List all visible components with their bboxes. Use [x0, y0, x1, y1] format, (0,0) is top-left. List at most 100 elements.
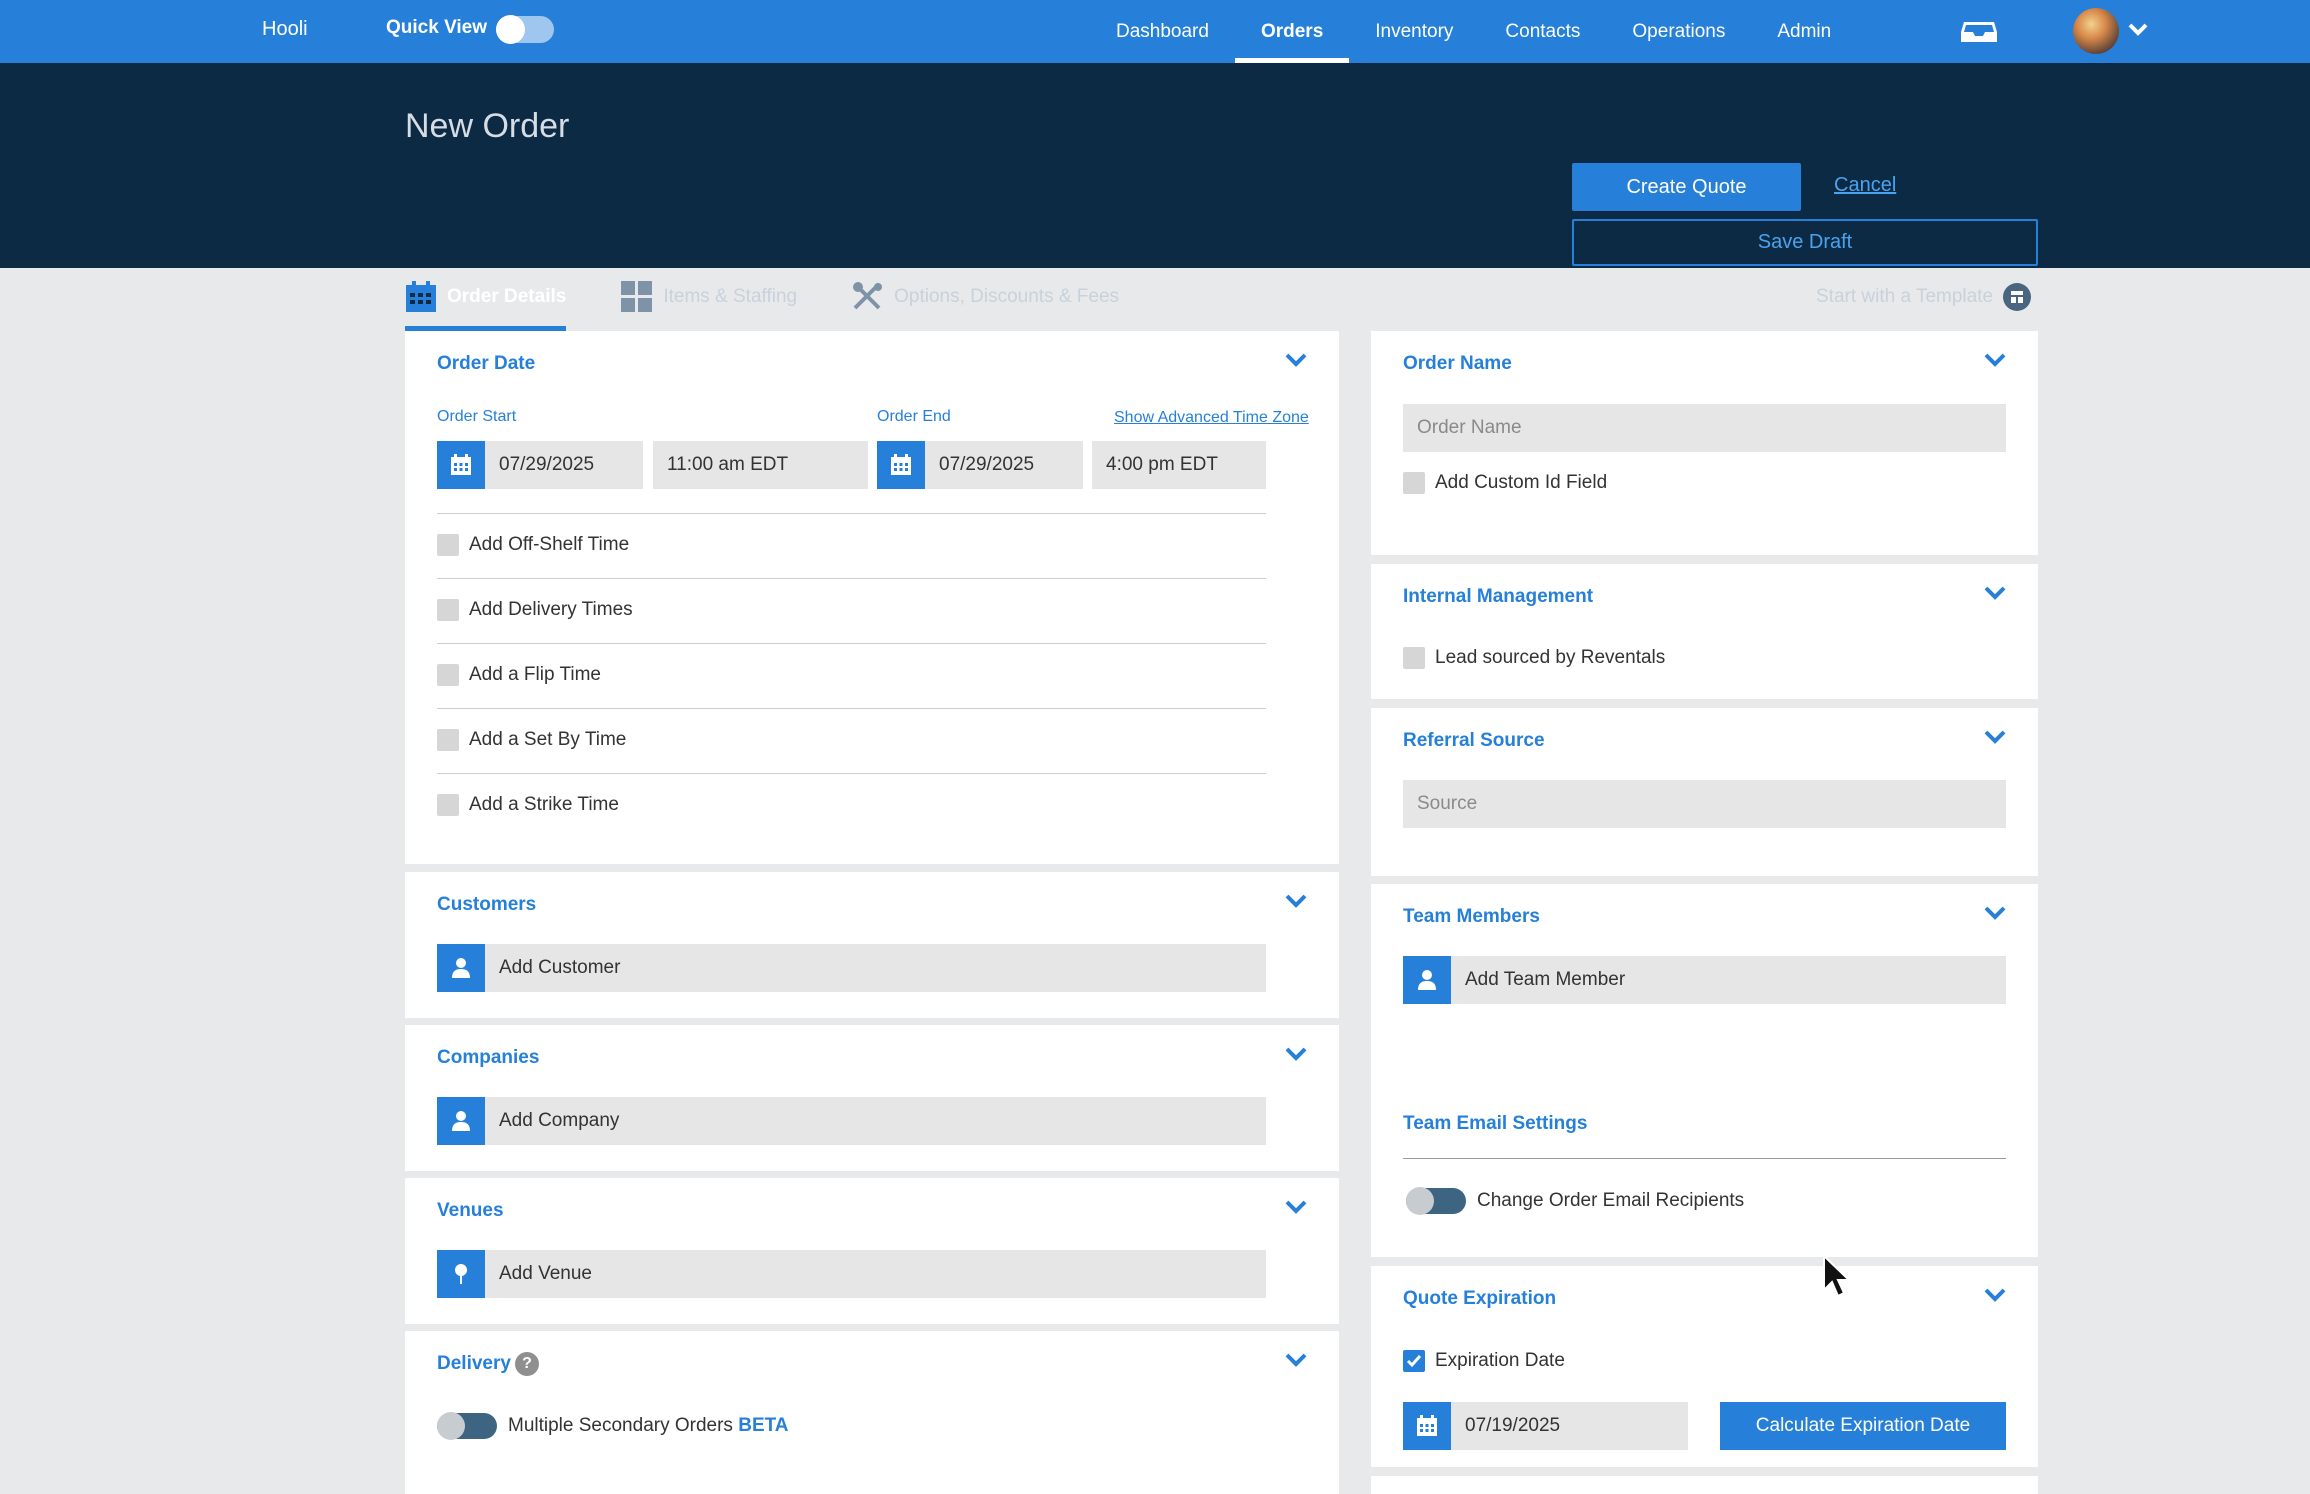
- chevron-down-icon[interactable]: [1984, 1288, 2006, 1302]
- divider: [437, 643, 1266, 644]
- checkbox[interactable]: [437, 794, 459, 816]
- checkbox[interactable]: [437, 664, 459, 686]
- multiple-secondary-orders-toggle[interactable]: [437, 1412, 497, 1440]
- expiration-date-input[interactable]: 07/19/2025: [1451, 1402, 1688, 1450]
- cancel-link[interactable]: Cancel: [1834, 174, 1896, 197]
- team-email-settings-heading: Team Email Settings: [1403, 1113, 1588, 1134]
- customers-title: Customers: [437, 894, 537, 915]
- checkbox[interactable]: [437, 729, 459, 751]
- venues-title: Venues: [437, 1200, 504, 1221]
- expiration-date-option[interactable]: Expiration Date: [1403, 1350, 1565, 1372]
- customers-card: Customers Add Customer: [405, 872, 1339, 1018]
- nav-operations[interactable]: Operations: [1606, 0, 1751, 63]
- save-draft-button[interactable]: Save Draft: [1572, 219, 2038, 266]
- delivery-times-option[interactable]: Add Delivery Times: [437, 599, 633, 621]
- tab-label: Order Details: [447, 286, 567, 307]
- add-venue-input[interactable]: Add Venue: [485, 1250, 1266, 1298]
- chevron-down-icon[interactable]: [1285, 1353, 1307, 1367]
- strike-time-option[interactable]: Add a Strike Time: [437, 794, 619, 816]
- option-label: Add Custom Id Field: [1435, 472, 1608, 493]
- nav-orders[interactable]: Orders: [1234, 0, 1350, 63]
- brand-name[interactable]: Hooli: [262, 18, 308, 41]
- end-time-input[interactable]: 4:00 pm EDT: [1092, 441, 1266, 489]
- toggle-knob: [496, 15, 525, 44]
- companies-title: Companies: [437, 1047, 540, 1068]
- divider: [437, 708, 1266, 709]
- checkbox[interactable]: [1403, 647, 1425, 669]
- tab-options-discounts-fees[interactable]: Options, Discounts & Fees: [852, 268, 1119, 326]
- show-advanced-time-zone-link[interactable]: Show Advanced Time Zone: [1114, 409, 1309, 427]
- chevron-down-icon[interactable]: [1285, 894, 1307, 908]
- set-by-time-option[interactable]: Add a Set By Time: [437, 729, 626, 751]
- order-name-title: Order Name: [1403, 353, 1512, 374]
- add-company-input[interactable]: Add Company: [485, 1097, 1266, 1145]
- tab-label: Options, Discounts & Fees: [894, 286, 1120, 307]
- end-date-input[interactable]: 07/29/2025: [925, 441, 1083, 489]
- team-member-icon-box[interactable]: [1403, 956, 1451, 1004]
- chevron-down-icon[interactable]: [1285, 1200, 1307, 1214]
- start-date-picker-button[interactable]: [437, 441, 485, 489]
- referral-source-card: Referral Source Source: [1371, 708, 2038, 876]
- add-customer-input[interactable]: Add Customer: [485, 944, 1266, 992]
- option-label: Add a Set By Time: [469, 729, 627, 750]
- toggle-text: Multiple Secondary Orders: [508, 1415, 733, 1436]
- nav-inventory[interactable]: Inventory: [1349, 0, 1479, 63]
- help-icon[interactable]: ?: [515, 1352, 539, 1376]
- start-with-template-link[interactable]: Start with a Template: [1816, 283, 2032, 311]
- chevron-down-icon[interactable]: [1984, 586, 2006, 600]
- check-icon: [1406, 1355, 1422, 1368]
- chevron-down-icon[interactable]: [1984, 906, 2006, 920]
- referral-source-title: Referral Source: [1403, 730, 1545, 751]
- off-shelf-time-option[interactable]: Add Off-Shelf Time: [437, 534, 629, 556]
- venue-icon-box[interactable]: [437, 1250, 485, 1298]
- chevron-down-icon[interactable]: [1984, 730, 2006, 744]
- tab-items-staffing[interactable]: Items & Staffing: [621, 268, 797, 326]
- tab-label: Items & Staffing: [663, 286, 798, 307]
- checkbox-checked[interactable]: [1403, 1350, 1425, 1372]
- nav-admin[interactable]: Admin: [1751, 0, 1857, 63]
- nav-dashboard[interactable]: Dashboard: [1090, 0, 1235, 63]
- avatar[interactable]: [2073, 8, 2119, 54]
- referral-source-input[interactable]: Source: [1403, 780, 2006, 828]
- delivery-card: Delivery ? Multiple Secondary Orders BET…: [405, 1331, 1339, 1494]
- toggle-knob: [1406, 1187, 1434, 1215]
- checkbox[interactable]: [437, 534, 459, 556]
- tab-order-details[interactable]: Order Details: [405, 268, 567, 331]
- change-email-recipients-toggle[interactable]: [1406, 1187, 1466, 1215]
- chevron-down-icon[interactable]: [1285, 353, 1307, 367]
- checkbox[interactable]: [437, 599, 459, 621]
- option-label: Add a Strike Time: [469, 794, 619, 815]
- chevron-down-icon[interactable]: [2127, 22, 2149, 38]
- order-start-label: Order Start: [437, 408, 517, 425]
- lead-sourced-option[interactable]: Lead sourced by Reventals: [1403, 647, 1665, 669]
- add-team-member-input[interactable]: Add Team Member: [1451, 956, 2006, 1004]
- nav-contacts[interactable]: Contacts: [1479, 0, 1606, 63]
- beta-badge: BETA: [738, 1415, 789, 1436]
- flip-time-option[interactable]: Add a Flip Time: [437, 664, 601, 686]
- chevron-down-icon[interactable]: [1285, 1047, 1307, 1061]
- start-date-input[interactable]: 07/29/2025: [485, 441, 643, 489]
- option-label: Add a Flip Time: [469, 664, 601, 685]
- end-date-picker-button[interactable]: [877, 441, 925, 489]
- expiration-date-picker-button[interactable]: [1403, 1402, 1451, 1450]
- start-time-input[interactable]: 11:00 am EDT: [653, 441, 868, 489]
- customer-icon-box[interactable]: [437, 944, 485, 992]
- order-name-card: Order Name Order Name Add Custom Id Fiel…: [1371, 331, 2038, 555]
- quick-view-label: Quick View: [386, 17, 488, 38]
- grid-icon: [621, 281, 653, 312]
- company-icon-box[interactable]: [437, 1097, 485, 1145]
- inbox-icon[interactable]: [1960, 20, 1998, 44]
- add-custom-id-option[interactable]: Add Custom Id Field: [1403, 472, 1607, 494]
- calculate-expiration-date-button[interactable]: Calculate Expiration Date: [1720, 1402, 2006, 1450]
- checkbox[interactable]: [1403, 472, 1425, 494]
- create-quote-button[interactable]: Create Quote: [1572, 163, 1801, 211]
- calendar-icon: [406, 281, 436, 312]
- team-members-title: Team Members: [1403, 906, 1540, 927]
- option-label: Add Delivery Times: [469, 599, 633, 620]
- quick-view-toggle[interactable]: [496, 15, 554, 44]
- chevron-down-icon[interactable]: [1984, 353, 2006, 367]
- divider: [1403, 1158, 2006, 1159]
- order-name-input[interactable]: Order Name: [1403, 404, 2006, 452]
- user-icon: [452, 1111, 470, 1131]
- divider: [437, 513, 1266, 514]
